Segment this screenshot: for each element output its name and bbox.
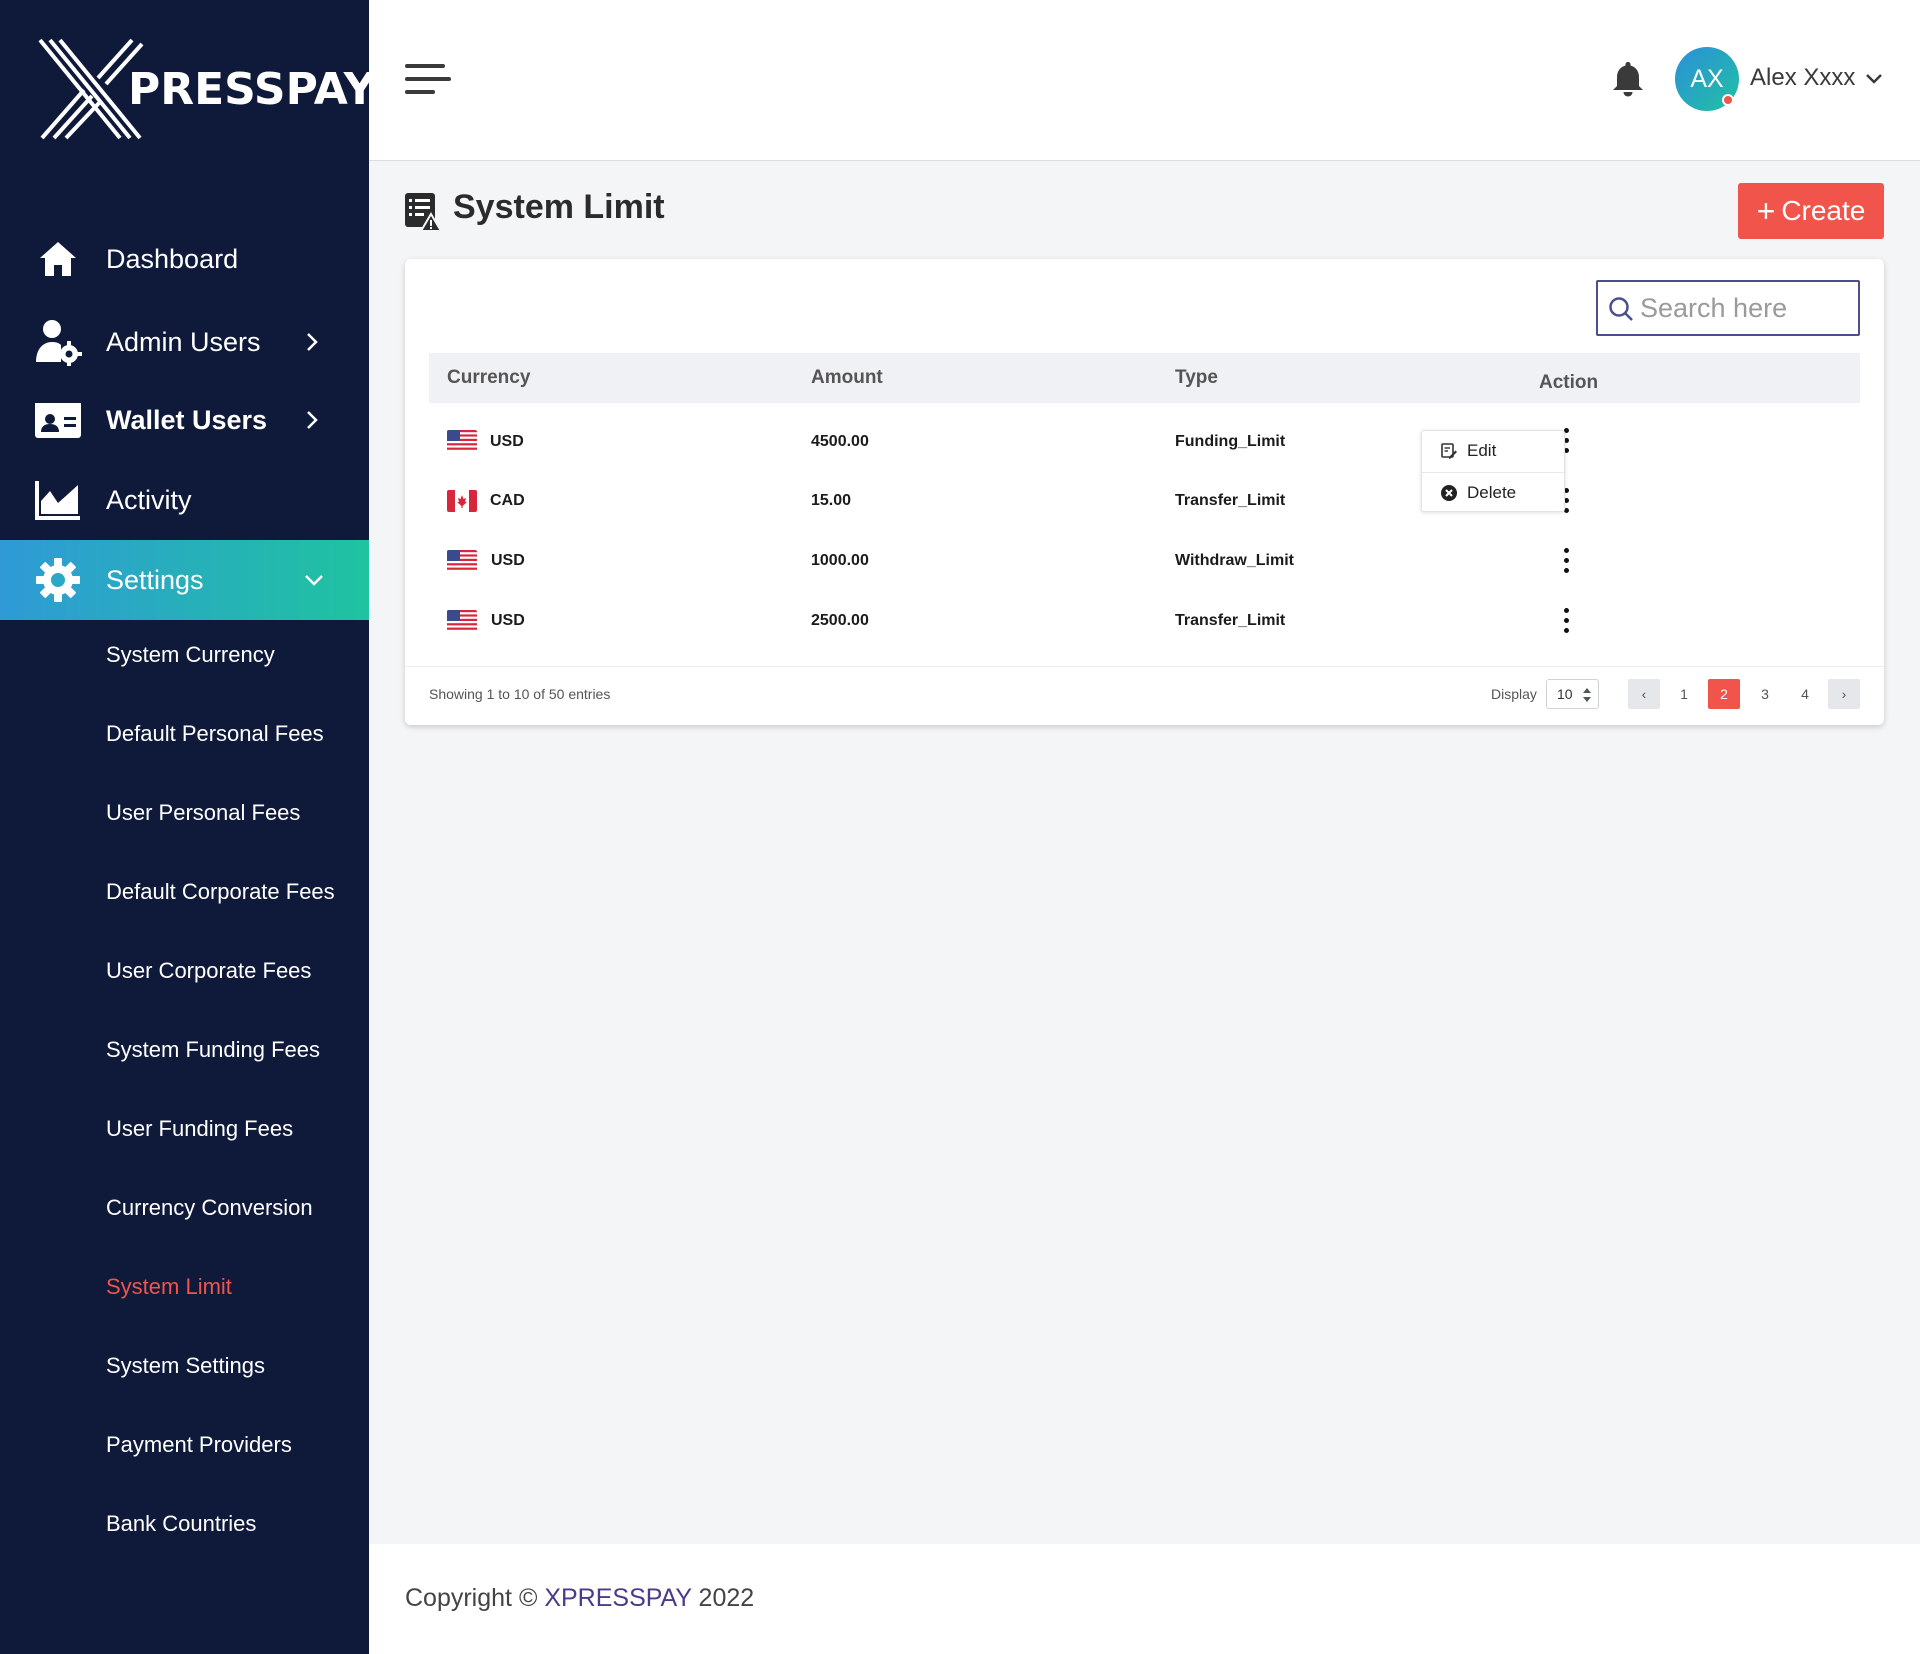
page-size-value: 10 [1557,686,1573,702]
sidebar-item-currency-conversion[interactable]: Currency Conversion [106,1195,313,1221]
table-row: USD 1000.00 Withdraw_Limit [429,531,1860,591]
sidebar-item-user-corporate-fees[interactable]: User Corporate Fees [106,958,311,984]
currency-code: USD [491,552,525,569]
logo-text: PRESSPAY [128,64,376,115]
currency-code: USD [491,612,525,629]
nav-activity[interactable]: Activity [0,460,369,540]
menu-toggle-icon[interactable] [405,64,451,96]
us-flag-icon [447,610,477,632]
online-status-dot [1722,94,1734,106]
system-limit-card: Currency Amount Type Action USD 4500.00 … [405,259,1884,725]
page-button-1[interactable]: 1 [1668,679,1700,709]
page-title: System Limit [453,188,665,226]
row-actions-menu: Edit Delete [1421,430,1566,513]
sidebar-item-system-funding-fees[interactable]: System Funding Fees [106,1037,320,1063]
chevron-down-icon [305,575,323,586]
home-icon [34,235,82,283]
copyright-prefix: Copyright © [405,1584,545,1612]
area-chart-icon [34,476,82,524]
limit-type: Transfer_Limit [1175,612,1286,629]
page-button-4[interactable]: 4 [1789,679,1821,709]
create-button-label: Create [1781,195,1866,226]
us-flag-icon [447,550,477,572]
list-warning-icon [405,193,442,232]
nav-admin-users-label: Admin Users [106,326,261,357]
gear-icon [34,556,82,604]
prev-page-button[interactable]: ‹ [1628,679,1660,709]
sort-arrows-icon [1583,688,1591,702]
plus-icon: + [1756,193,1776,229]
display-label: Display [1491,686,1537,702]
nav-wallet-users-label: Wallet Users [106,404,268,435]
topbar: AX Alex Xxxx [369,0,1920,161]
currency-code: USD [490,433,524,450]
limit-type: Withdraw_Limit [1175,552,1294,569]
amount-value: 15.00 [811,492,852,509]
sidebar-item-user-funding-fees[interactable]: User Funding Fees [106,1116,293,1142]
sidebar-item-default-personal-fees[interactable]: Default Personal Fees [106,721,324,747]
table-row: USD 2500.00 Transfer_Limit [429,591,1860,651]
edit-icon [1441,443,1457,459]
chevron-right-icon [307,411,318,429]
divider [405,666,1884,667]
limit-type: Transfer_Limit [1175,492,1286,509]
user-gear-icon [34,318,82,366]
column-header-currency[interactable]: Currency [447,367,530,389]
nav-wallet-users[interactable]: Wallet Users [0,380,369,460]
page-button-3[interactable]: 3 [1749,679,1781,709]
nav-activity-label: Activity [106,484,192,515]
sidebar-item-user-personal-fees[interactable]: User Personal Fees [106,800,300,826]
amount-value: 4500.00 [811,433,869,450]
ca-flag-icon [447,490,477,512]
search-input[interactable] [1640,290,1850,326]
sidebar-item-default-corporate-fees[interactable]: Default Corporate Fees [106,879,335,905]
page-size-select[interactable]: 10 [1546,679,1599,709]
xpresspay-logo[interactable]: PRESSPAY [36,38,376,142]
close-circle-icon [1441,485,1457,501]
sidebar-item-system-settings[interactable]: System Settings [106,1353,265,1379]
next-page-button[interactable]: › [1828,679,1860,709]
nav-settings-label: Settings [106,564,204,595]
copyright-text: Copyright © XPRESSPAY 2022 [405,1584,754,1613]
more-actions-icon[interactable] [1556,607,1576,635]
sidebar-item-system-limit[interactable]: System Limit [106,1274,232,1300]
edit-menu-item[interactable]: Edit [1422,431,1566,471]
footer: Copyright © XPRESSPAY 2022 [369,1544,1920,1654]
us-flag-icon [447,430,477,452]
search-box[interactable] [1596,280,1860,336]
user-name[interactable]: Alex Xxxx [1750,64,1855,92]
nav-dashboard[interactable]: Dashboard [0,219,369,299]
nav-settings[interactable]: Settings [0,540,369,620]
table-row: USD 4500.00 Funding_Limit [429,411,1860,471]
sidebar-item-system-currency[interactable]: System Currency [106,642,275,668]
table-header: Currency Amount Type Action [429,353,1860,403]
sidebar-item-bank-countries[interactable]: Bank Countries [106,1511,256,1537]
amount-value: 2500.00 [811,612,869,629]
copyright-year: 2022 [691,1584,755,1612]
nav-admin-users[interactable]: Admin Users [0,302,369,382]
chevron-down-icon[interactable] [1865,72,1883,86]
delete-label: Delete [1467,483,1517,502]
chevron-right-icon [307,333,318,351]
column-header-type[interactable]: Type [1175,367,1218,389]
column-header-action: Action [1539,372,1599,393]
create-button[interactable]: + Create [1738,183,1884,239]
sidebar-item-payment-providers[interactable]: Payment Providers [106,1432,292,1458]
more-actions-icon[interactable] [1556,547,1576,575]
search-icon [1609,297,1633,321]
currency-code: CAD [490,492,525,509]
nav-dashboard-label: Dashboard [106,243,239,274]
sidebar: PRESSPAY Dashboard Admin Users Wallet Us… [0,0,376,1654]
column-header-amount[interactable]: Amount [811,367,883,389]
delete-menu-item[interactable]: Delete [1422,473,1566,513]
amount-value: 1000.00 [811,552,869,569]
bell-icon[interactable] [1611,60,1645,98]
id-card-icon [34,396,82,444]
entries-info: Showing 1 to 10 of 50 entries [429,686,611,702]
limit-type: Funding_Limit [1175,433,1286,450]
copyright-brand-link[interactable]: XPRESSPAY [544,1584,691,1612]
table-row: CAD 15.00 Transfer_Limit [429,471,1860,531]
edit-label: Edit [1467,441,1497,460]
page-button-2[interactable]: 2 [1708,679,1740,709]
